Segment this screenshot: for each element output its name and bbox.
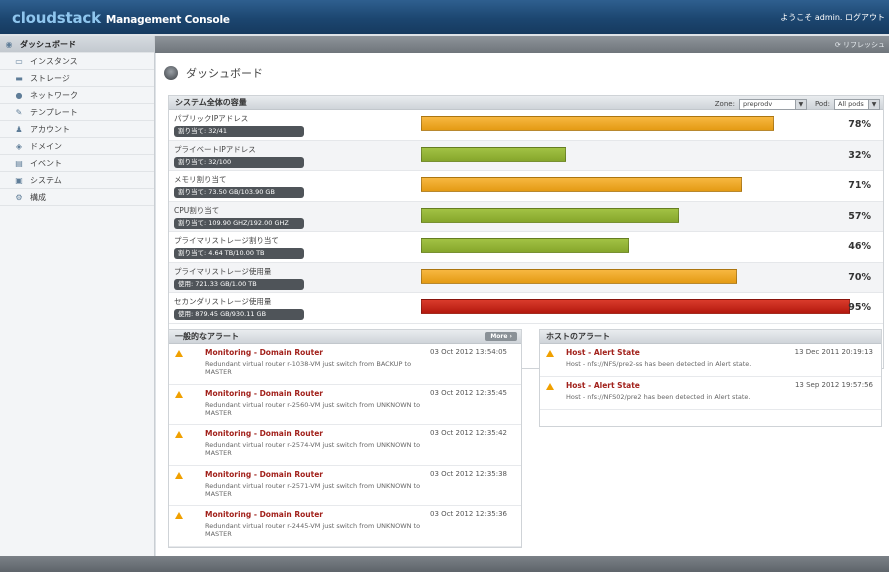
capacity-row: パブリックIPアドレス 割り当て: 32/41 78% (169, 110, 883, 141)
recent-alerts-panel: 一般的なアラート More › Monitoring - Domain Rout… (168, 329, 522, 548)
dashboard-icon: ◉ (5, 39, 13, 49)
brand-name: cloudstack (12, 9, 101, 27)
sidebar-item-events[interactable]: ▤ イベント (0, 155, 154, 172)
alert-item: Monitoring - Domain Router 03 Oct 2012 1… (169, 466, 521, 506)
capacity-percent: 46% (848, 241, 871, 252)
sidebar-item-instances[interactable]: ▭ インスタンス (0, 53, 154, 70)
footer-bar (0, 556, 889, 572)
sidebar-nav: ◉ ダッシュボード ▭ インスタンス ▬ ストレージ ● ネットワーク ✎ テンプレート … (0, 36, 155, 556)
warning-icon (175, 471, 183, 479)
host-alert-title-link[interactable]: Host - Alert State (566, 348, 640, 357)
top-header: cloudstack Management Console ようこそ admin.… (0, 0, 889, 34)
warning-icon (175, 431, 183, 438)
refresh-button[interactable]: ⟳ リフレッシュ (835, 40, 885, 50)
account-icon: ♟ (15, 124, 23, 134)
host-alerts-panel: ホストのアラート Host - Alert State 13 Dec 2011 … (539, 329, 882, 427)
refresh-icon: ⟳ (834, 41, 841, 49)
capacity-bar (421, 238, 629, 253)
sidebar-item-storage[interactable]: ▬ ストレージ (0, 70, 154, 87)
console-title: Management Console (105, 14, 230, 26)
capacity-header: システム全体の容量 Zone: preprodv ▼ Pod: All pods ▼ (169, 96, 883, 110)
sub-header-bar: ⟳ リフレッシュ (155, 36, 889, 53)
capacity-bar (421, 146, 566, 162)
warning-icon (546, 383, 554, 390)
capacity-bar (421, 116, 774, 131)
capacity-bar (421, 177, 742, 192)
capacity-percent: 95% (848, 302, 871, 313)
sidebar-item-system[interactable]: ▣ システム (0, 172, 154, 189)
template-icon: ✎ (15, 107, 23, 117)
alert-title-link[interactable]: Monitoring - Domain Router (205, 510, 323, 519)
chevron-down-icon: ▼ (868, 99, 879, 109)
capacity-percent: 70% (848, 271, 871, 283)
chevron-down-icon: ▼ (794, 99, 806, 109)
capacity-bar (421, 299, 850, 314)
host-alert-item: Host - Alert State 13 Dec 2011 20:19:13 … (540, 344, 881, 377)
alert-title-link[interactable]: Monitoring - Domain Router (205, 348, 323, 357)
more-button[interactable]: More › (485, 332, 517, 341)
storage-icon: ▬ (15, 73, 23, 83)
alert-title-link[interactable]: Monitoring - Domain Router (205, 470, 323, 479)
sidebar-item-network[interactable]: ● ネットワーク (0, 87, 154, 104)
domain-icon: ◈ (15, 141, 23, 151)
host-alert-item: Host - Alert State 13 Sep 2012 19:57:56 … (540, 377, 881, 410)
capacity-bar (421, 268, 737, 284)
zone-select[interactable]: preprodv ▼ (738, 98, 807, 110)
capacity-filters: Zone: preprodv ▼ Pod: All pods ▼ (715, 97, 880, 111)
alert-item: Monitoring - Domain Router 03 Oct 2012 1… (169, 425, 521, 466)
page-title: ダッシュボード (164, 65, 263, 81)
host-alert-title-link[interactable]: Host - Alert State (566, 381, 640, 390)
network-icon: ● (15, 90, 23, 100)
sidebar-item-config[interactable]: ⚙ 構成 (0, 189, 154, 206)
alerts-header: 一般的なアラート More › (169, 330, 521, 344)
capacity-bar (421, 207, 679, 223)
config-icon: ⚙ (15, 192, 23, 202)
capacity-row: プライマリストレージ使用量 使用: 721.33 GB/1.00 TB 70% (169, 262, 883, 293)
alert-item: Monitoring - Domain Router 03 Oct 2012 1… (169, 506, 521, 547)
dashboard-icon (164, 66, 178, 80)
sidebar-item-accounts[interactable]: ♟ アカウント (0, 121, 154, 138)
capacity-percent: 78% (848, 119, 871, 130)
alert-item: Monitoring - Domain Router 03 Oct 2012 1… (169, 344, 521, 385)
warning-icon (175, 390, 183, 398)
pod-select[interactable]: All pods ▼ (834, 98, 880, 110)
sidebar-item-dashboard[interactable]: ◉ ダッシュボード (0, 36, 154, 53)
warning-icon (175, 350, 183, 357)
warning-icon (546, 350, 554, 357)
event-icon: ▤ (15, 158, 23, 168)
capacity-row: プライマリストレージ割り当て 割り当て: 4.64 TB/10.00 TB 46… (169, 232, 883, 263)
main-content: ダッシュボード システム全体の容量 Zone: preprodv ▼ Pod: A… (156, 53, 889, 556)
alert-title-link[interactable]: Monitoring - Domain Router (205, 389, 323, 398)
instance-icon: ▭ (15, 56, 23, 66)
welcome-logout[interactable]: ようこそ admin. ログアウト (780, 12, 885, 23)
system-icon: ▣ (15, 175, 23, 185)
capacity-row: メモリ割り当て 割り当て: 73.50 GB/103.90 GB 71% (169, 171, 883, 202)
brand-logo: cloudstack Management Console (12, 9, 230, 27)
capacity-percent: 57% (848, 210, 871, 222)
capacity-row: プライベートIPアドレス 割り当て: 32/100 32% (169, 140, 883, 171)
system-capacity-panel: システム全体の容量 Zone: preprodv ▼ Pod: All pods ▼… (168, 95, 884, 369)
capacity-row: セカンダリストレージ使用量 使用: 879.45 GB/930.11 GB 95… (169, 293, 883, 324)
capacity-row: CPU割り当て 割り当て: 109.90 GHZ/192.00 GHZ 57% (169, 201, 883, 232)
host-alerts-header: ホストのアラート (540, 330, 881, 344)
capacity-percent: 32% (848, 149, 871, 161)
sidebar-item-templates[interactable]: ✎ テンプレート (0, 104, 154, 121)
capacity-percent: 71% (848, 180, 871, 191)
warning-icon (175, 512, 183, 519)
sidebar-item-domains[interactable]: ◈ ドメイン (0, 138, 154, 155)
alert-title-link[interactable]: Monitoring - Domain Router (205, 429, 323, 438)
alert-item: Monitoring - Domain Router 03 Oct 2012 1… (169, 385, 521, 425)
